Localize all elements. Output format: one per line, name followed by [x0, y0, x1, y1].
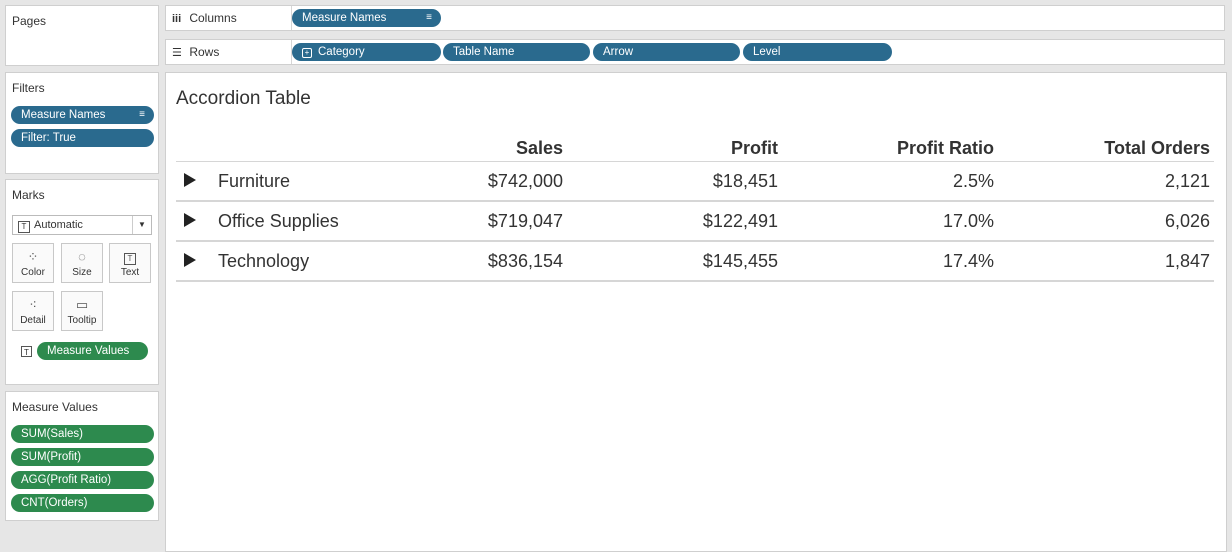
pages-title: Pages	[12, 14, 47, 28]
expand-arrow-icon[interactable]	[184, 253, 196, 267]
filters-title: Filters	[12, 81, 45, 95]
table-row[interactable]: Technology $836,154 $145,455 17.4% 1,847	[176, 242, 1214, 282]
cell-total-orders: 6,026	[1164, 211, 1210, 231]
detail-dots-icon: ⁖	[29, 297, 37, 312]
rows-pill-level[interactable]: Level	[743, 43, 892, 61]
rows-label-text: Rows	[189, 45, 220, 59]
measure-pill-orders[interactable]: CNT(Orders)	[11, 494, 154, 512]
detail-label: Detail	[20, 315, 46, 326]
measure-pill-profit[interactable]: SUM(Profit)	[11, 448, 154, 466]
column-header-sales[interactable]: Sales	[516, 138, 563, 159]
table-row[interactable]: Furniture $742,000 $18,451 2.5% 2,121	[176, 162, 1214, 202]
columns-pill-label: Measure Names	[302, 12, 387, 24]
filter-pill-measure-names[interactable]: Measure Names ≡	[11, 106, 154, 124]
sheet-title: Accordion Table	[176, 88, 311, 109]
text-encoding-icon: T	[21, 346, 32, 357]
chevron-down-icon[interactable]: ▼	[132, 216, 151, 234]
filter-pill-filter-true[interactable]: Filter: True	[11, 129, 154, 147]
cell-total-orders: 1,847	[1164, 251, 1210, 271]
column-header-profit[interactable]: Profit	[731, 138, 778, 159]
cell-profit: $145,455	[702, 251, 778, 271]
text-label: Text	[120, 267, 140, 278]
rows-pill-label: Level	[753, 46, 781, 58]
size-shapes-icon: ◌	[78, 249, 86, 264]
cell-sales: $719,047	[487, 211, 563, 231]
cell-profit: $18,451	[712, 171, 778, 191]
rows-shelf-label: ☰ Rows	[172, 45, 219, 59]
measure-pill-profit-ratio[interactable]: AGG(Profit Ratio)	[11, 471, 154, 489]
tooltip-button[interactable]: ▭ Tooltip	[61, 291, 103, 331]
expand-plus-icon[interactable]: +	[302, 48, 312, 58]
columns-shelf[interactable]: iii Columns Measure Names ≡	[165, 5, 1225, 31]
measure-pill-label: CNT(Orders)	[21, 497, 88, 509]
rows-pill-label: Category	[318, 46, 365, 58]
filter-pill-label: Measure Names	[21, 109, 106, 121]
tooltip-bubble-icon: ▭	[75, 297, 89, 312]
text-mark-icon: T	[18, 221, 30, 233]
table-row[interactable]: Office Supplies $719,047 $122,491 17.0% …	[176, 202, 1214, 242]
rows-pill-label: Table Name	[453, 46, 515, 58]
measure-pill-label: SUM(Profit)	[21, 451, 82, 463]
measure-pill-label: AGG(Profit Ratio)	[21, 474, 112, 486]
measure-pill-sales[interactable]: SUM(Sales)	[11, 425, 154, 443]
cell-sales: $836,154	[487, 251, 563, 271]
marks-panel[interactable]: Marks T Automatic ▼ ⁘ Color ◌ Size T Text…	[5, 179, 159, 385]
filter-pill-label: Filter: True	[21, 132, 76, 144]
columns-icon: iii	[172, 13, 182, 25]
filters-panel[interactable]: Filters Measure Names ≡ Filter: True	[5, 72, 159, 174]
row-category: Office Supplies	[218, 211, 339, 231]
cell-total-orders: 2,121	[1164, 171, 1210, 191]
cell-profit: $122,491	[702, 211, 778, 231]
columns-label-text: Columns	[189, 11, 237, 25]
cell-profit-ratio: 2.5%	[952, 171, 994, 191]
text-icon: T	[110, 249, 150, 265]
text-button[interactable]: T Text	[109, 243, 151, 283]
worksheet-view: Accordion Table Sales Profit Profit Rati…	[165, 72, 1227, 552]
mark-type-dropdown[interactable]: T Automatic ▼	[12, 215, 152, 235]
tooltip-label: Tooltip	[67, 315, 97, 326]
pages-panel[interactable]: Pages	[5, 5, 159, 66]
rows-shelf[interactable]: ☰ Rows + Category Table Name Arrow Level	[165, 39, 1225, 65]
size-label: Size	[72, 267, 92, 278]
column-header-total-orders[interactable]: Total Orders	[1104, 138, 1210, 159]
sort-icon: ≡	[426, 12, 432, 23]
color-dots-icon: ⁘	[27, 249, 39, 264]
marks-title: Marks	[12, 188, 45, 202]
table-header: Sales Profit Profit Ratio Total Orders	[176, 133, 1214, 162]
measure-values-pill-label: Measure Values	[47, 345, 130, 357]
rows-pill-label: Arrow	[603, 46, 634, 58]
row-category: Technology	[218, 251, 310, 271]
expand-arrow-icon[interactable]	[184, 213, 196, 227]
rows-pill-category[interactable]: + Category	[292, 43, 441, 61]
color-button[interactable]: ⁘ Color	[12, 243, 54, 283]
cell-profit-ratio: 17.4%	[942, 251, 994, 271]
cell-profit-ratio: 17.0%	[942, 211, 994, 231]
measure-pill-label: SUM(Sales)	[21, 428, 83, 440]
color-label: Color	[21, 267, 45, 278]
measure-values-panel[interactable]: Measure Values SUM(Sales) SUM(Profit) AG…	[5, 391, 159, 521]
size-button[interactable]: ◌ Size	[61, 243, 103, 283]
accordion-table: Sales Profit Profit Ratio Total Orders F…	[176, 133, 1214, 282]
column-header-profit-ratio[interactable]: Profit Ratio	[897, 138, 994, 159]
columns-pill-measure-names[interactable]: Measure Names ≡	[292, 9, 441, 27]
rows-pill-arrow[interactable]: Arrow	[593, 43, 740, 61]
rows-icon: ☰	[172, 47, 182, 59]
sort-icon: ≡	[139, 109, 145, 120]
mark-type-value: Automatic	[34, 219, 83, 231]
measure-values-pill[interactable]: Measure Values	[37, 342, 148, 360]
row-category: Furniture	[218, 171, 291, 191]
columns-shelf-label: iii Columns	[172, 11, 237, 25]
rows-pill-table-name[interactable]: Table Name	[443, 43, 590, 61]
detail-button[interactable]: ⁖ Detail	[12, 291, 54, 331]
measure-values-title: Measure Values	[12, 400, 98, 414]
cell-sales: $742,000	[487, 171, 563, 191]
expand-arrow-icon[interactable]	[184, 173, 196, 187]
